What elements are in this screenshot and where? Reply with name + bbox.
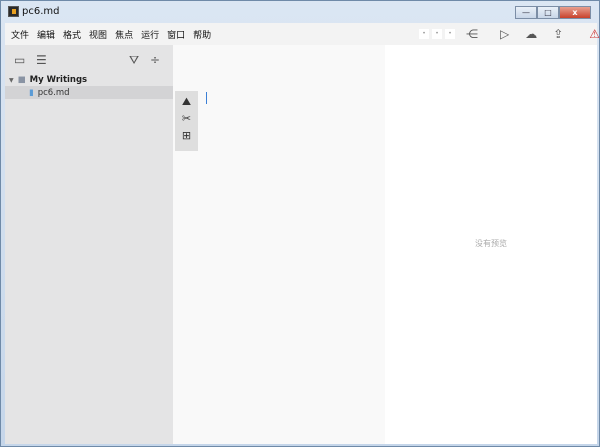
preview-pane: 没有预览 — [385, 45, 597, 444]
scissors-icon[interactable]: ✂ — [182, 112, 191, 129]
maximize-button[interactable]: □ — [537, 6, 559, 19]
root-label: My Writings — [29, 75, 88, 85]
close-button[interactable]: x — [559, 6, 591, 19]
no-preview-text: 没有预览 — [475, 239, 507, 248]
outline-tree-icon[interactable]: ⋲ — [466, 27, 478, 41]
list-icon[interactable]: ☰ — [36, 53, 47, 67]
file-icon: ▮ — [29, 87, 34, 98]
user-alert-icon[interactable]: ⚠ — [589, 27, 600, 41]
menu-help[interactable]: 帮助 — [193, 28, 211, 41]
cloud-upload-icon[interactable]: ☁ — [525, 27, 537, 41]
share-icon[interactable]: ⇪ — [553, 27, 563, 41]
toolbar-dot-2[interactable]: • — [432, 29, 442, 39]
filter-icon[interactable]: ⛛ — [129, 53, 139, 68]
tree-file-item[interactable]: ▮ pc6.md — [5, 86, 173, 99]
window-title: pc6.md — [22, 6, 60, 17]
text-cursor — [206, 92, 207, 104]
play-icon[interactable]: ▷ — [500, 27, 509, 41]
collapse-icon[interactable]: ÷ — [150, 53, 160, 67]
table-icon[interactable]: ⊞ — [182, 129, 191, 146]
folder-icon: ■ — [17, 75, 26, 85]
menu-format[interactable]: 格式 — [63, 28, 81, 41]
image-icon[interactable]: ⛰ — [182, 95, 191, 112]
menu-window[interactable]: 窗口 — [167, 28, 185, 41]
expand-arrow-icon[interactable]: ▼ — [9, 77, 14, 84]
minimize-button[interactable]: — — [515, 6, 537, 19]
menu-run[interactable]: 运行 — [141, 28, 159, 41]
folder-icon[interactable]: ▭ — [14, 53, 25, 67]
toolbar-dot-3[interactable]: • — [445, 29, 455, 39]
toolbar-dot-1[interactable]: • — [419, 29, 429, 39]
editor-pane[interactable]: ⛰ ✂ ⊞ — [173, 45, 385, 444]
title-bar: pc6.md — □ x — [1, 1, 599, 23]
menu-file[interactable]: 文件 — [11, 28, 29, 41]
menu-focus[interactable]: 焦点 — [115, 28, 133, 41]
app-window: pc6.md — □ x 文件 编辑 格式 视图 焦点 运行 窗口 帮助 • •… — [0, 0, 600, 447]
file-label: pc6.md — [37, 87, 70, 98]
tree-root-folder[interactable]: ▼ ■ My Writings — [9, 74, 173, 86]
app-icon — [8, 6, 19, 17]
sidebar: ▭ ☰ ⛛ ÷ ▼ ■ My Writings ▮ pc6.md — [5, 45, 173, 444]
menu-view[interactable]: 视图 — [89, 28, 107, 41]
menu-bar: 文件 编辑 格式 视图 焦点 运行 窗口 帮助 • • • ⋲ ▷ ☁ ⇪ ⚠ — [5, 23, 600, 45]
menu-edit[interactable]: 编辑 — [37, 28, 55, 41]
insert-toolbar: ⛰ ✂ ⊞ — [175, 91, 198, 151]
